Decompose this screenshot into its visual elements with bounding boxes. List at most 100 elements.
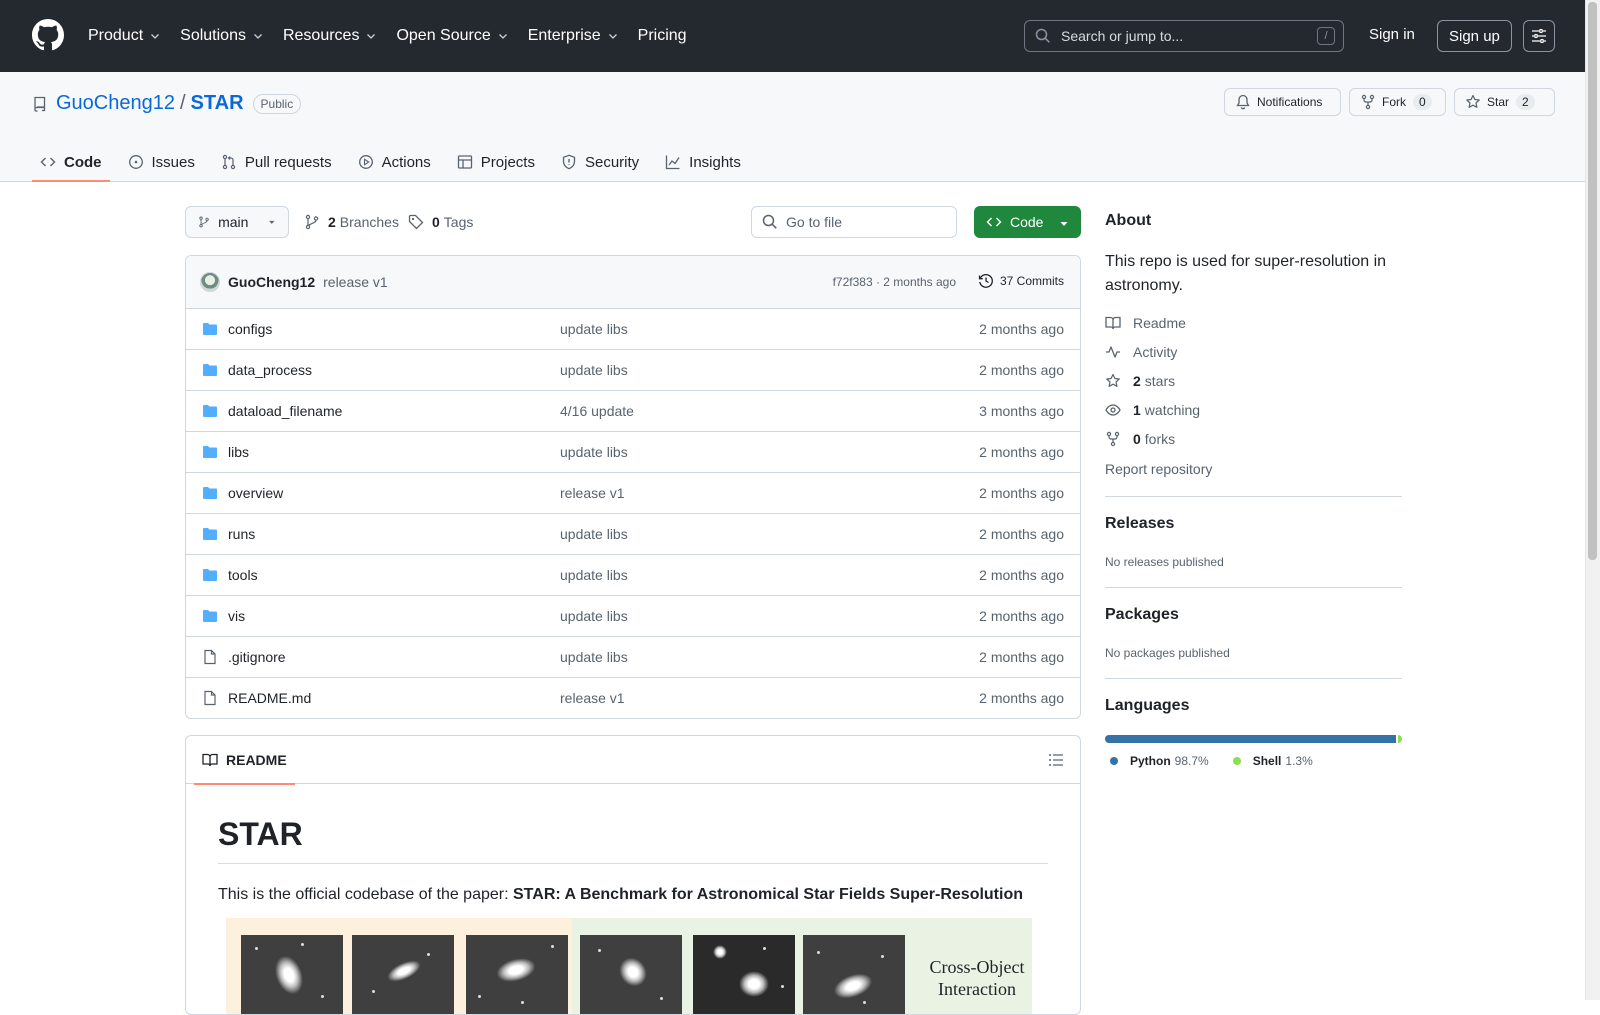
commit-author-link[interactable]: GuoCheng12: [228, 274, 315, 290]
list-unordered-icon[interactable]: [1048, 752, 1064, 768]
file-commit-message-link[interactable]: release v1: [560, 485, 625, 501]
nav-enterprise[interactable]: Enterprise: [528, 27, 619, 45]
file-commit-message-link[interactable]: 4/16 update: [560, 403, 634, 419]
tab-issues-label: Issues: [151, 153, 195, 171]
repo-header: GuoCheng12 / STAR Public Notifications F…: [0, 72, 1585, 182]
tab-issues[interactable]: Issues: [120, 142, 203, 182]
table-row[interactable]: vis update libs 2 months ago: [186, 596, 1080, 637]
nav-pricing[interactable]: Pricing: [638, 27, 687, 45]
file-commit-message-link[interactable]: update libs: [560, 362, 628, 378]
sign-in-link[interactable]: Sign in: [1369, 26, 1415, 43]
table-row[interactable]: dataload_filename 4/16 update 3 months ago: [186, 391, 1080, 432]
table-row[interactable]: tools update libs 2 months ago: [186, 555, 1080, 596]
folder-icon-wrap: [202, 321, 218, 337]
nav-solutions-label: Solutions: [180, 27, 246, 44]
file-name-link[interactable]: data_process: [228, 362, 312, 378]
table-icon: [457, 155, 472, 169]
file-updated-time: 2 months ago: [979, 649, 1064, 665]
releases-heading[interactable]: Releases: [1105, 515, 1174, 533]
file-name-link[interactable]: tools: [228, 567, 258, 583]
tab-security-label: Security: [584, 153, 640, 171]
star-button[interactable]: Star 2: [1454, 88, 1555, 116]
table-row[interactable]: overview release v1 2 months ago: [186, 473, 1080, 514]
code-dropdown-button[interactable]: Code: [974, 206, 1081, 238]
file-updated-time: 2 months ago: [979, 567, 1064, 583]
packages-heading[interactable]: Packages: [1105, 606, 1179, 624]
readme-intro: This is the official codebase of the pap…: [218, 886, 1023, 904]
global-search-input[interactable]: Search or jump to... /: [1024, 20, 1344, 52]
commits-history-link[interactable]: 37 Commits: [978, 273, 1064, 289]
tab-pull-requests[interactable]: Pull requests: [213, 142, 340, 182]
bell-icon: [1236, 94, 1250, 110]
activity-link[interactable]: Activity: [1105, 344, 1177, 360]
tab-projects[interactable]: Projects: [449, 142, 543, 182]
file-name-link[interactable]: overview: [228, 485, 283, 501]
nav-resources[interactable]: Resources: [283, 27, 377, 45]
tab-actions[interactable]: Actions: [350, 142, 439, 182]
fork-label: Fork: [1382, 95, 1406, 109]
github-logo-icon[interactable]: [32, 19, 64, 51]
file-commit-message-link[interactable]: update libs: [560, 321, 628, 337]
branch-select-button[interactable]: main: [185, 206, 289, 238]
file-name-link[interactable]: dataload_filename: [228, 403, 342, 419]
watching-count: 1: [1133, 402, 1141, 418]
star-count: 2: [1516, 94, 1535, 110]
sign-up-button[interactable]: Sign up: [1437, 20, 1512, 52]
fork-button[interactable]: Fork 0: [1349, 88, 1446, 116]
file-commit-message-link[interactable]: update libs: [560, 649, 628, 665]
commit-hash-and-time[interactable]: f72f383 · 2 months ago: [833, 275, 956, 289]
page-scrollbar-thumb[interactable]: [1588, 2, 1597, 560]
file-icon-wrap: [202, 690, 218, 706]
galaxy-image: [466, 935, 568, 1014]
file-name-link[interactable]: libs: [228, 444, 249, 460]
file-commit-message-link[interactable]: update libs: [560, 526, 628, 542]
go-to-file-input[interactable]: Go to file: [751, 206, 957, 238]
file-commit-message-link[interactable]: release v1: [560, 690, 625, 706]
language-item[interactable]: Python 98.7%: [1110, 754, 1233, 768]
branches-link[interactable]: 2 Branches: [304, 214, 399, 230]
table-row[interactable]: README.md release v1 2 months ago: [186, 678, 1080, 718]
file-name-link[interactable]: configs: [228, 321, 272, 337]
tab-code[interactable]: Code: [32, 142, 110, 182]
repo-name-link[interactable]: STAR: [191, 92, 244, 115]
commit-message-link[interactable]: release v1: [323, 274, 388, 290]
tab-pull-requests-label: Pull requests: [244, 153, 332, 171]
file-commit-message-link[interactable]: update libs: [560, 567, 628, 583]
readme-tab[interactable]: README: [194, 736, 295, 785]
notifications-button[interactable]: Notifications: [1224, 88, 1341, 116]
readme-intro-text: This is the official codebase of the pap…: [218, 886, 513, 903]
avatar[interactable]: [200, 272, 220, 292]
watching-link[interactable]: 1 watching: [1105, 402, 1200, 418]
file-name-link[interactable]: README.md: [228, 690, 311, 706]
tab-security[interactable]: Security: [553, 142, 647, 182]
language-name: Shell: [1252, 754, 1282, 768]
nav-open-source[interactable]: Open Source: [396, 27, 508, 45]
file-updated-time: 2 months ago: [979, 362, 1064, 378]
stars-link[interactable]: 2 stars: [1105, 373, 1175, 389]
file-commit-message-link[interactable]: update libs: [560, 444, 628, 460]
chevron-down-icon: [608, 34, 617, 39]
language-item[interactable]: Shell 1.3%: [1232, 754, 1337, 768]
table-row[interactable]: .gitignore update libs 2 months ago: [186, 637, 1080, 678]
file-name-link[interactable]: .gitignore: [228, 649, 286, 665]
repo-owner-link[interactable]: GuoCheng12: [56, 92, 175, 115]
nav-product[interactable]: Product: [88, 27, 161, 45]
readme-link[interactable]: Readme: [1105, 315, 1186, 331]
tab-insights[interactable]: Insights: [657, 142, 749, 182]
menu-toggle-button[interactable]: [1523, 20, 1555, 52]
forks-link[interactable]: 0 forks: [1105, 431, 1175, 447]
search-icon: [1035, 28, 1050, 43]
tags-link[interactable]: 0 Tags: [408, 214, 473, 230]
file-name-link[interactable]: runs: [228, 526, 255, 542]
table-row[interactable]: libs update libs 2 months ago: [186, 432, 1080, 473]
file-commit-message-link[interactable]: update libs: [560, 608, 628, 624]
report-repository-link[interactable]: Report repository: [1105, 461, 1212, 477]
table-row[interactable]: configs update libs 2 months ago: [186, 309, 1080, 350]
file-name-link[interactable]: vis: [228, 608, 245, 624]
sidebar-divider: [1105, 496, 1402, 497]
table-row[interactable]: data_process update libs 2 months ago: [186, 350, 1080, 391]
table-row[interactable]: runs update libs 2 months ago: [186, 514, 1080, 555]
folder-icon: [203, 528, 217, 540]
language-color-dot: [1110, 757, 1118, 765]
nav-solutions[interactable]: Solutions: [180, 27, 264, 45]
